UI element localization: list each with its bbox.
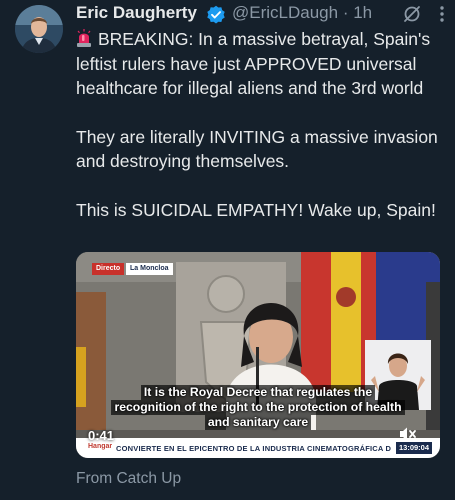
grok-icon[interactable] <box>402 4 422 24</box>
post-text: BREAKING: In a massive betrayal, Spain's… <box>76 27 448 223</box>
live-badge: Directo <box>92 263 125 275</box>
avatar-photo <box>15 5 63 53</box>
author-avatar[interactable] <box>15 5 63 53</box>
video-player[interactable]: Directo La Moncloa It is the Royal Decre… <box>76 252 440 458</box>
post-paragraph: BREAKING: In a massive betrayal, Spain's… <box>76 29 431 99</box>
post-header: Eric Daugherty @EricLDaugh · 1h <box>76 2 446 28</box>
news-ticker-bar: Hangar CONVIERTE EN EL EPICENTRO DE LA I… <box>76 438 440 458</box>
broadcast-clock: 13:09:04 <box>396 442 432 454</box>
more-options-icon[interactable] <box>432 4 452 24</box>
author-handle[interactable]: @EricLDaugh <box>232 3 338 22</box>
police-siren-icon <box>77 29 91 47</box>
news-ticker-text: CONVIERTE EN EL EPICENTRO DE LA INDUSTRI… <box>116 444 391 453</box>
subtitle-line: recognition of the right to the protecti… <box>111 400 405 415</box>
video-subtitles: It is the Royal Decree that regulates th… <box>90 385 426 430</box>
post: Eric Daugherty @EricLDaugh · 1h BREAKING… <box>0 0 455 500</box>
author-handle-and-time[interactable]: @EricLDaugh · 1h <box>232 3 372 23</box>
author-name[interactable]: Eric Daugherty <box>76 3 197 23</box>
post-time[interactable]: 1h <box>353 3 372 22</box>
channel-mark: Hangar <box>88 443 113 450</box>
subtitle-line: It is the Royal Decree that regulates th… <box>140 385 376 400</box>
verified-badge-icon <box>207 5 225 24</box>
media-attribution[interactable]: From Catch Up <box>76 470 181 488</box>
subtitle-line: and sanitary care <box>204 415 312 430</box>
mute-icon[interactable] <box>399 426 417 442</box>
post-paragraph: They are literally INVITING a massive in… <box>76 126 438 172</box>
video-duration: 0:41 <box>88 428 115 443</box>
post-paragraph: This is SUICIDAL EMPATHY! Wake up, Spain… <box>76 199 436 220</box>
location-badge: La Moncloa <box>126 263 173 275</box>
